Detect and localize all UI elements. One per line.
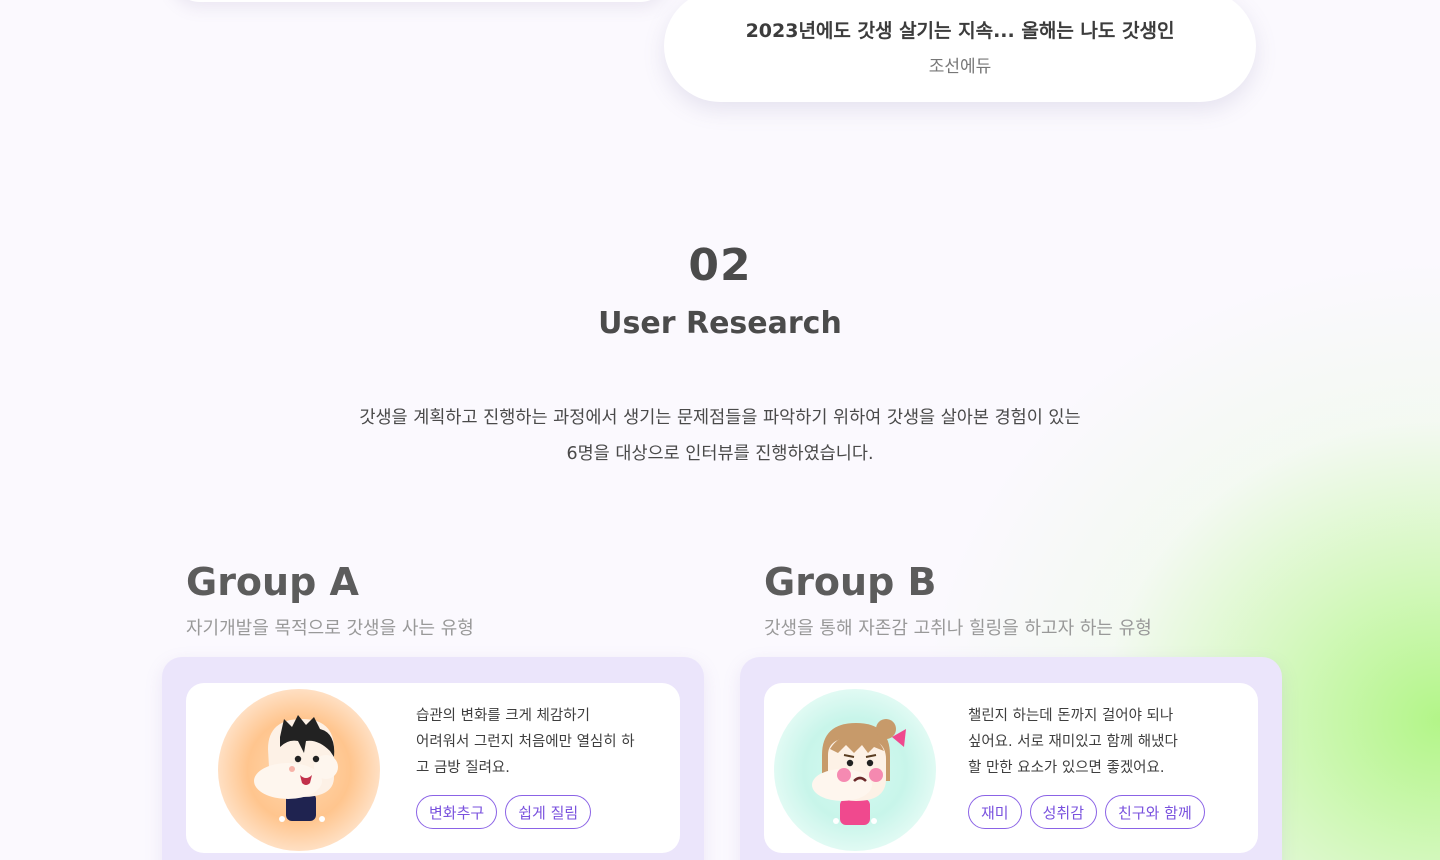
group-b-subtitle: 갓생을 통해 자존감 고취나 힐링을 하고자 하는 유형 bbox=[764, 618, 1152, 639]
section-description-line: 갓생을 계획하고 진행하는 과정에서 생기는 문제점들을 파악하기 위하여 갓생… bbox=[359, 408, 1081, 428]
quote-line: 습관의 변화를 크게 체감하기 bbox=[416, 708, 590, 724]
group-a-interview-card: 습관의 변화를 크게 체감하기 어려워서 그런지 처음에만 열심히 하 고 금방… bbox=[186, 683, 680, 853]
girl-avatar-icon bbox=[774, 689, 936, 851]
group-a-title: Group A bbox=[186, 560, 359, 604]
tag-pill[interactable]: 쉽게 질림 bbox=[505, 795, 592, 829]
news-title: 2023년에도 갓생 살기는 지속... 올해는 나도 갓생인 bbox=[745, 20, 1175, 42]
group-a-subtitle: 자기개발을 목적으로 갓생을 사는 유형 bbox=[186, 618, 474, 639]
group-a-tags: 변화추구 쉽게 질림 bbox=[416, 795, 592, 829]
tag-pill[interactable]: 성취감 bbox=[1029, 795, 1098, 829]
news-source: 조선에듀 bbox=[928, 57, 992, 77]
section-number: 02 bbox=[688, 240, 752, 291]
quote-line: 고 금방 질려요. bbox=[416, 760, 510, 776]
group-b-interview-card: 챌린지 하는데 돈까지 걸어야 되나 싶어요. 서로 재미있고 함께 해냈다 할… bbox=[764, 683, 1258, 853]
section-title: User Research bbox=[598, 306, 842, 341]
group-a-quote: 습관의 변화를 크게 체감하기 어려워서 그런지 처음에만 열심히 하 고 금방… bbox=[416, 703, 666, 781]
group-b-quote: 챌린지 하는데 돈까지 걸어야 되나 싶어요. 서로 재미있고 함께 해냈다 할… bbox=[968, 703, 1218, 781]
boy-avatar-icon bbox=[254, 715, 338, 822]
quote-line: 할 만한 요소가 있으면 좋겠어요. bbox=[968, 760, 1165, 776]
group-b-tags: 재미 성취감 친구와 함께 bbox=[968, 795, 1205, 829]
tag-pill[interactable]: 변화추구 bbox=[416, 795, 498, 829]
quote-line: 챌린지 하는데 돈까지 걸어야 되나 bbox=[968, 708, 1174, 724]
tag-pill[interactable]: 친구와 함께 bbox=[1105, 795, 1205, 829]
tag-pill[interactable]: 재미 bbox=[968, 795, 1022, 829]
section-description: 갓생을 계획하고 진행하는 과정에서 생기는 문제점들을 파악하기 위하여 갓생… bbox=[0, 400, 1440, 472]
section-description-line: 6명을 대상으로 인터뷰를 진행하였습니다. bbox=[566, 444, 874, 464]
group-a-card: 습관의 변화를 크게 체감하기 어려워서 그런지 처음에만 열심히 하 고 금방… bbox=[162, 657, 704, 860]
boy-avatar-icon bbox=[218, 689, 380, 851]
quote-line: 싶어요. 서로 재미있고 함께 해냈다 bbox=[968, 734, 1178, 750]
quote-line: 어려워서 그런지 처음에만 열심히 하 bbox=[416, 734, 635, 750]
girl-avatar-icon bbox=[812, 719, 906, 825]
group-b-card: 챌린지 하는데 돈까지 걸어야 되나 싶어요. 서로 재미있고 함께 해냈다 할… bbox=[740, 657, 1282, 860]
previous-card-edge bbox=[170, 0, 670, 2]
group-b-title: Group B bbox=[764, 560, 937, 604]
news-headline-card[interactable]: 2023년에도 갓생 살기는 지속... 올해는 나도 갓생인 조선에듀 bbox=[664, 0, 1256, 102]
